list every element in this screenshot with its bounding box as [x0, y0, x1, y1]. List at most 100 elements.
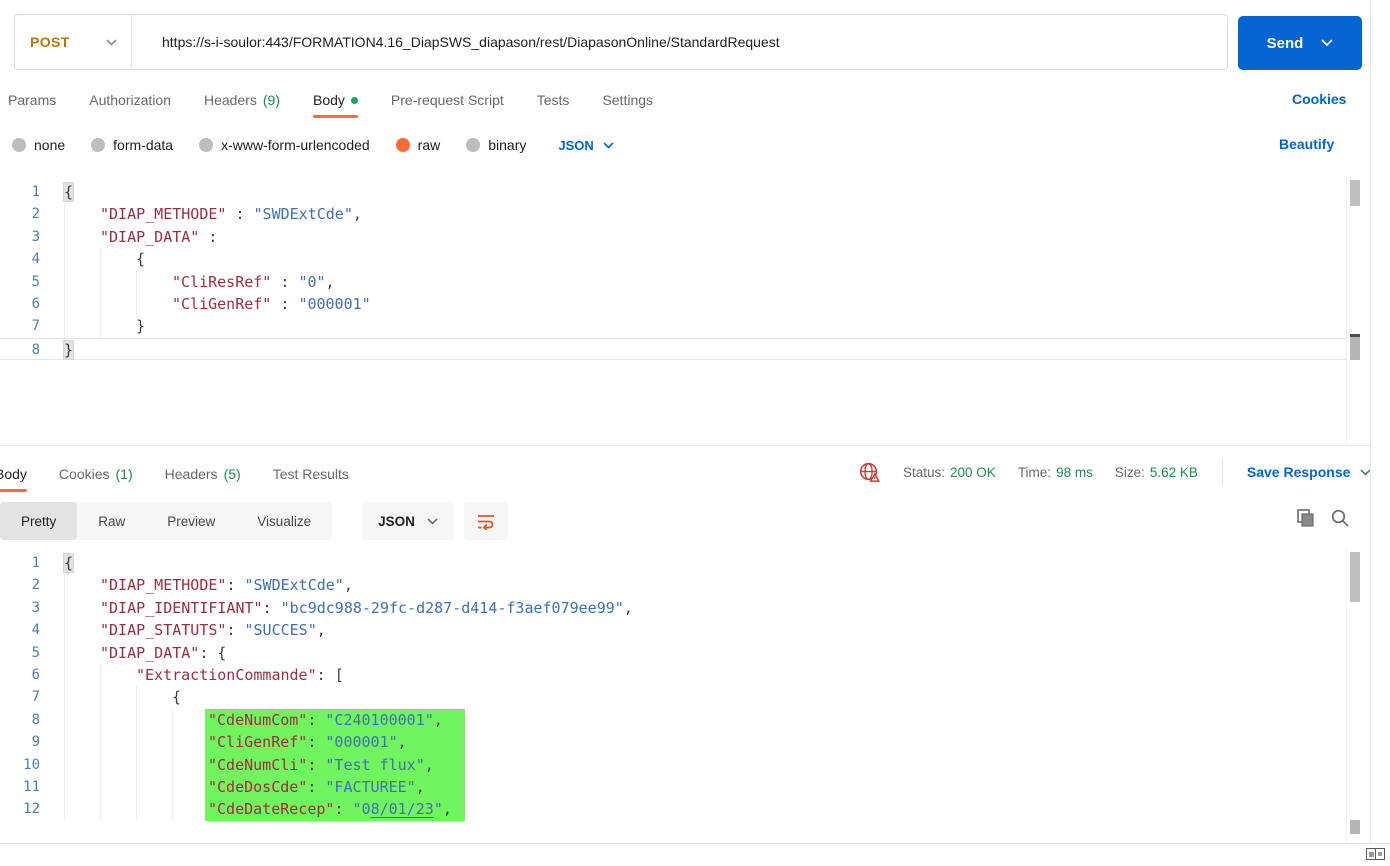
tab-pre-request-script[interactable]: Pre-request Script	[391, 82, 504, 118]
method-label: POST	[30, 34, 70, 50]
tab-label: Test Results	[273, 466, 349, 482]
code-line: 6"CliGenRef" : "000001"	[0, 293, 1347, 315]
indent-guide	[172, 798, 208, 820]
tab-authorization[interactable]: Authorization	[89, 82, 171, 118]
view-raw[interactable]: Raw	[77, 502, 146, 540]
tab-settings[interactable]: Settings	[602, 82, 653, 118]
request-body-editor[interactable]: 1{2"DIAP_METHODE" : "SWDExtCde",3"DIAP_D…	[0, 177, 1347, 360]
indent-guide	[100, 248, 136, 270]
search-icon[interactable]	[1330, 508, 1350, 528]
line-number: 6	[0, 664, 48, 686]
size-indicator[interactable]: Size: 5.62 KB	[1115, 465, 1198, 480]
tab-label: Pre-request Script	[391, 92, 504, 108]
line-number: 3	[0, 597, 48, 619]
code-line: 4"DIAP_STATUTS": "SUCCES",	[0, 619, 1347, 641]
chevron-down-icon	[427, 518, 438, 525]
indent-guide	[64, 709, 100, 731]
indent-guide	[100, 664, 136, 686]
send-button[interactable]: Send	[1238, 16, 1362, 70]
indent-guide	[100, 731, 136, 753]
beautify-link[interactable]: Beautify	[1279, 136, 1334, 152]
time-label: Time:	[1018, 465, 1051, 480]
tab-response-body[interactable]: Body	[0, 456, 27, 492]
view-pretty[interactable]: Pretty	[0, 502, 77, 540]
indent-guide	[64, 315, 100, 337]
method-selector[interactable]: POST	[15, 34, 131, 50]
wrap-lines-button[interactable]	[464, 502, 508, 540]
send-label: Send	[1267, 35, 1304, 52]
mode-form-data[interactable]: form-data	[91, 137, 173, 153]
code-line: 7}	[0, 315, 1347, 337]
radio-icon	[466, 138, 480, 152]
indent-guide	[64, 664, 100, 686]
mode-label: x-www-form-urlencoded	[221, 137, 370, 153]
indent-guide	[100, 271, 136, 293]
indent-guide	[64, 642, 100, 664]
raw-format-selector[interactable]: JSON	[558, 138, 613, 153]
indent-guide	[100, 686, 136, 708]
status-label: Status:	[903, 465, 945, 480]
scrollbar-thumb[interactable]	[1350, 180, 1360, 206]
code-line: 5"DIAP_DATA": {	[0, 642, 1347, 664]
indent-guide	[100, 709, 136, 731]
tab-body[interactable]: Body	[313, 82, 358, 118]
body-mode-options: none form-data x-www-form-urlencoded raw…	[12, 128, 614, 162]
request-editor-scrollbar[interactable]	[1346, 177, 1362, 445]
mode-binary[interactable]: binary	[466, 137, 526, 153]
scrollbar-annotation	[1350, 334, 1360, 360]
postman-window: POST https://s-i-soulor:443/FORMATION4.1…	[0, 0, 1390, 866]
highlighted-code: "CdeNumCli": "Test flux",	[205, 754, 465, 776]
time-indicator[interactable]: Time: 98 ms	[1018, 465, 1093, 480]
tab-response-cookies[interactable]: Cookies(1)	[59, 456, 133, 492]
line-number: 4	[0, 248, 48, 270]
tab-label: Authorization	[89, 92, 171, 108]
network-warning-icon[interactable]	[858, 461, 881, 484]
response-actions	[1296, 508, 1350, 528]
radio-selected-icon	[396, 138, 410, 152]
mode-label: none	[34, 137, 65, 153]
tab-test-results[interactable]: Test Results	[273, 456, 349, 492]
line-number: 8	[0, 339, 48, 359]
view-preview[interactable]: Preview	[146, 502, 236, 540]
code-line: 7{	[0, 686, 1347, 708]
save-response-button[interactable]: Save Response	[1247, 464, 1372, 480]
status-indicator[interactable]: Status: 200 OK	[903, 465, 996, 480]
line-number: 8	[0, 709, 48, 731]
request-tabs: Params Authorization Headers(9) Body Pre…	[8, 82, 653, 118]
indent-guide	[64, 574, 100, 596]
tab-response-headers[interactable]: Headers(5)	[165, 456, 241, 492]
size-value: 5.62 KB	[1150, 465, 1198, 480]
response-body-editor[interactable]: 1{2"DIAP_METHODE": "SWDExtCde",3"DIAP_ID…	[0, 548, 1347, 821]
indent-guide	[136, 798, 172, 820]
indent-guide	[64, 798, 100, 820]
mode-x-www-form-urlencoded[interactable]: x-www-form-urlencoded	[199, 137, 370, 153]
indent-guide	[136, 776, 172, 798]
chevron-down-icon	[1321, 39, 1333, 47]
view-mode-switch: Pretty Raw Preview Visualize	[0, 502, 332, 540]
indent-guide	[136, 686, 172, 708]
tab-label: Body	[0, 466, 27, 482]
tab-label: Params	[8, 92, 56, 108]
scrollbar-thumb[interactable]	[1350, 552, 1360, 602]
code-line: 3"DIAP_IDENTIFIANT": "bc9dc988-29fc-d287…	[0, 597, 1347, 619]
view-visualize[interactable]: Visualize	[236, 502, 332, 540]
highlighted-code: "CliGenRef": "000001",	[205, 731, 465, 753]
indent-guide	[64, 203, 100, 225]
tab-params[interactable]: Params	[8, 82, 56, 118]
tab-headers[interactable]: Headers(9)	[204, 82, 280, 118]
mode-none[interactable]: none	[12, 137, 65, 153]
two-pane-layout-icon[interactable]	[1366, 848, 1385, 860]
code-line: 8"CdeNumCom": "C240100001",	[0, 709, 1347, 731]
format-label: JSON	[378, 514, 415, 529]
tab-tests[interactable]: Tests	[537, 82, 570, 118]
url-input[interactable]: https://s-i-soulor:443/FORMATION4.16_Dia…	[132, 34, 780, 50]
line-number: 12	[0, 798, 48, 820]
mode-raw[interactable]: raw	[396, 137, 441, 153]
response-meta: Status: 200 OK Time: 98 ms Size: 5.62 KB…	[858, 455, 1371, 489]
line-number: 5	[0, 271, 48, 293]
cookies-link[interactable]: Cookies	[1292, 91, 1346, 107]
response-editor-scrollbar[interactable]	[1346, 548, 1362, 843]
response-format-selector[interactable]: JSON	[362, 502, 454, 540]
line-number: 5	[0, 642, 48, 664]
copy-icon[interactable]	[1296, 508, 1316, 528]
